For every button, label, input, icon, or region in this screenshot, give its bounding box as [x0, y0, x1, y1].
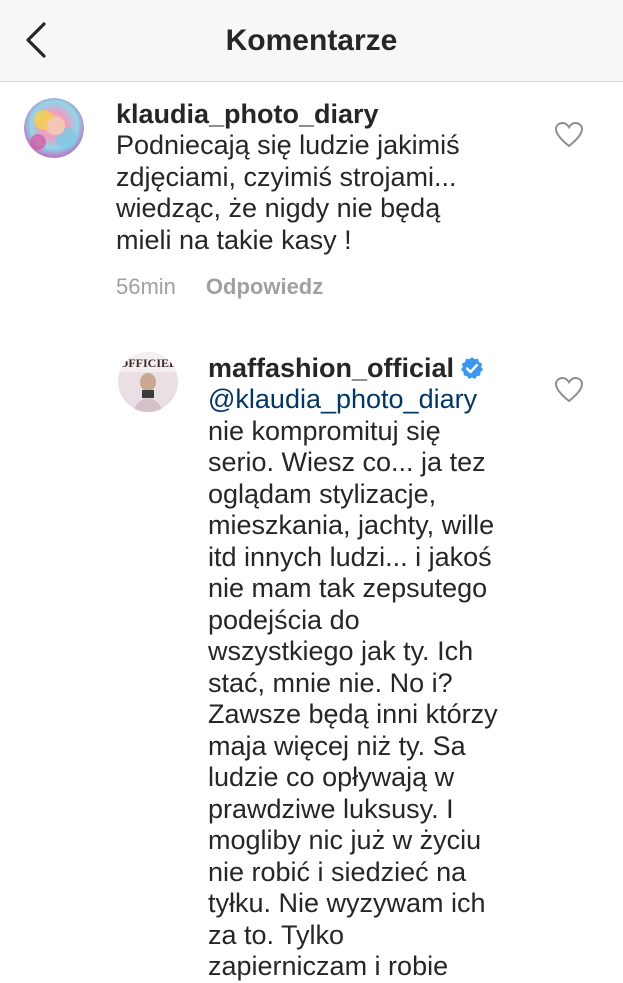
comment-username[interactable]: maffashion_official [208, 352, 484, 384]
comment-line: nie kompromituj się [208, 415, 441, 446]
header-bar: Komentarze [0, 0, 623, 82]
comment-text: @klaudia_photo_diary nie kompromituj się… [208, 384, 498, 983]
page-title: Komentarze [225, 24, 398, 57]
comment-line: stać, mnie nie. No i? [208, 667, 453, 698]
comment-line: itd innych ludzi... i jakoś [208, 541, 492, 572]
comment-line: oglądam stylizacje, [208, 478, 437, 509]
comment-line: za to. Tylko [208, 919, 345, 950]
comment-meta: 56min Odpowiedz [116, 274, 323, 300]
comment-timestamp: 56min [116, 274, 176, 299]
comment-line: nie mam tak zepsutego [208, 573, 488, 603]
comment-line: prawdziwe luksusy. I [208, 793, 454, 824]
like-heart-icon[interactable] [554, 376, 584, 403]
avatar[interactable]: OFFICIEL [118, 352, 178, 412]
comment-username-text: maffashion_official [208, 353, 455, 383]
comment-line: zdjęciami, czyimiś strojami... [116, 161, 457, 192]
comment-line: wszystkiego jak ty. Ich [208, 636, 474, 666]
like-heart-icon[interactable] [554, 121, 584, 148]
avatar-magazine-label: OFFICIEL [119, 356, 177, 370]
comment-line: serio. Wiesz co... ja tez [208, 447, 486, 477]
comment-line: nie robić i siedzieć na [208, 856, 467, 887]
comment-line: tyłku. Nie wyzywam ich [208, 888, 486, 918]
comment-line: mieszkania, jachty, wille [208, 510, 495, 540]
comment-line: maja więcej niż ty. Sa [208, 730, 466, 761]
comment-text: Podniecają się ludzie jakimiś zdjęciami,… [116, 130, 460, 256]
comment-username[interactable]: klaudia_photo_diary [116, 98, 379, 130]
verified-badge-icon [460, 355, 484, 379]
comment-line: mogliby nic już w życiu [208, 825, 482, 855]
comment-line: Podniecają się ludzie jakimiś [116, 130, 460, 160]
comment-line: ludzie co opływają w [208, 762, 455, 792]
comment-line: wiedząc, że nigdy nie będą [116, 193, 441, 223]
comment-line: podejścia do [208, 604, 360, 635]
reply-button[interactable]: Odpowiedz [206, 274, 323, 299]
comment-line: Zawsze będą inni którzy [208, 699, 498, 729]
comment-line: mieli na takie kasy ! [116, 224, 352, 255]
mention-link[interactable]: @klaudia_photo_diary [208, 384, 498, 416]
avatar[interactable] [24, 98, 84, 158]
comment-line: zapierniczam i robie [208, 951, 449, 981]
